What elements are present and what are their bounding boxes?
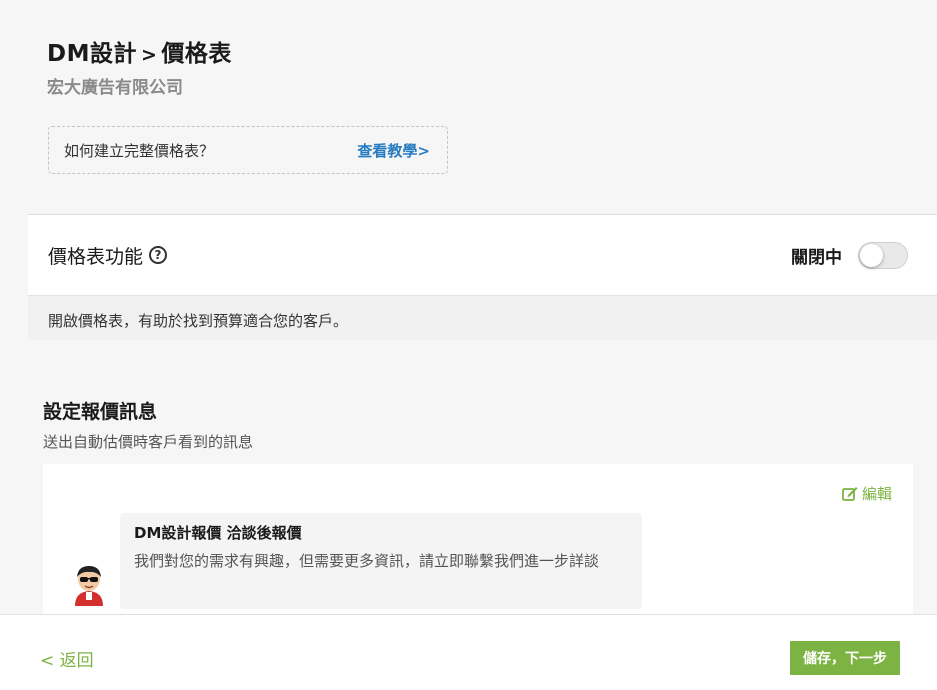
edit-icon [842,487,858,501]
breadcrumb-current: 價格表 [161,41,232,67]
edit-label: 編輯 [861,485,892,503]
toggle-knob [860,243,883,267]
price-list-toggle[interactable] [858,241,908,269]
question-circle-icon[interactable]: ? [149,246,168,264]
howto-box: 如何建立完整價格表？ 查看教學> [48,126,448,174]
save-next-button[interactable]: 儲存，下一步 [790,641,900,675]
view-tutorial-link[interactable]: 查看教學> [357,140,430,161]
breadcrumb-parent[interactable]: DM設計 [47,41,137,67]
breadcrumb-separator: > [140,44,158,66]
howto-question: 如何建立完整價格表？ [64,141,215,160]
section-subtitle: 送出自動估價時客戶看到的訊息 [43,433,254,451]
bubble-body: 我們對您的需求有興趣，但需要更多資訊，請立即聯繫我們進一步詳談 [134,552,600,570]
feature-toggle-group: 關閉中 [791,241,908,269]
bubble-title: DM設計報價 洽談後報價 [134,524,302,542]
quote-message-card: 編輯 DM設計報價 洽談後報價 我們對您的需求有興趣，但需要更多資訊，請立即聯繫… [43,464,913,624]
section-title: 設定報價訊息 [43,401,158,423]
back-link[interactable]: < 返回 [40,646,94,671]
feature-title: 價格表功能 ? [48,242,168,269]
page-title: DM設計 > 價格表 [47,34,232,68]
avatar [75,566,103,606]
price-list-feature-card: 價格表功能 ? 關閉中 [28,214,937,296]
footer-bar: < 返回 儲存，下一步 [0,614,937,690]
message-bubble: DM設計報價 洽談後報價 我們對您的需求有興趣，但需要更多資訊，請立即聯繫我們進… [120,513,642,609]
company-name: 宏大廣告有限公司 [47,78,183,98]
feature-title-text: 價格表功能 [48,245,144,268]
toggle-status-label: 關閉中 [791,247,842,268]
edit-button[interactable]: 編輯 [842,483,892,504]
feature-description: 開啟價格表，有助於找到預算適合您的客戶。 [28,296,937,340]
